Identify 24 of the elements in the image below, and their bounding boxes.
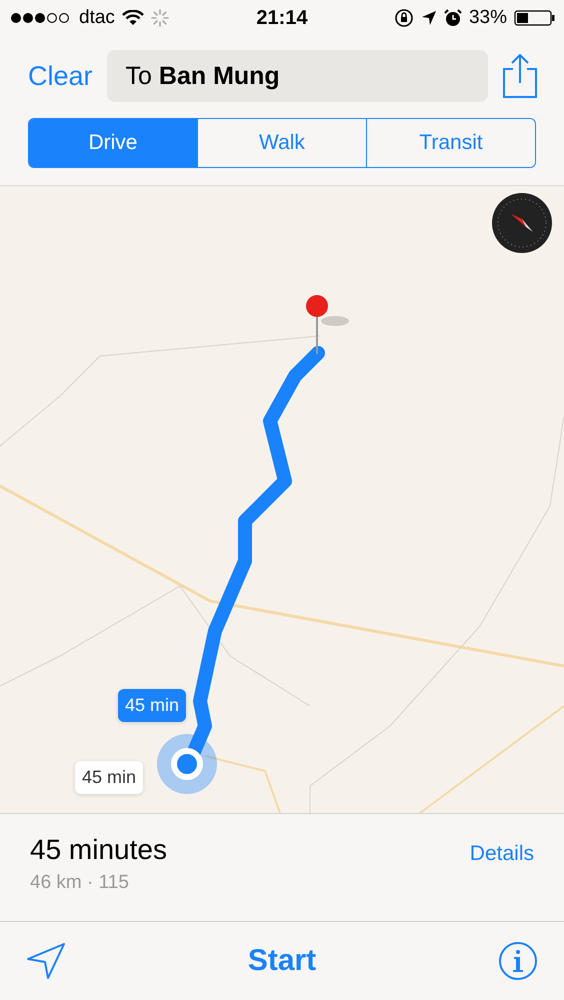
rotation-lock-icon: [394, 8, 414, 28]
spinner-icon: [150, 9, 169, 27]
battery-icon: [514, 9, 556, 27]
route-duration: 45 minutes: [30, 834, 167, 866]
location-arrow-icon: [420, 10, 437, 26]
travel-mode-tab[interactable]: Transit: [366, 119, 535, 167]
info-icon[interactable]: [498, 940, 538, 980]
location-arrow-icon[interactable]: [26, 942, 66, 980]
route-time-callout[interactable]: 45 min: [118, 689, 186, 722]
start-button[interactable]: Start: [248, 944, 316, 978]
clear-button[interactable]: Clear: [28, 60, 93, 92]
share-icon[interactable]: [502, 53, 538, 99]
details-link[interactable]: Details: [470, 814, 534, 866]
travel-mode-tab[interactable]: Drive: [29, 119, 197, 167]
signal-icon: [10, 12, 72, 24]
compass-icon[interactable]: [491, 192, 553, 254]
battery-percentage: 33%: [468, 7, 507, 29]
carrier-name: dtac: [79, 7, 115, 29]
route-distance: 46 km · 115: [30, 872, 130, 894]
destination-field[interactable]: To Ban Mung: [106, 50, 488, 102]
wifi-icon: [122, 10, 144, 26]
alarm-icon: [444, 9, 462, 27]
clock-time: 21:14: [256, 6, 308, 30]
route-time-callout[interactable]: 45 min: [75, 761, 144, 794]
